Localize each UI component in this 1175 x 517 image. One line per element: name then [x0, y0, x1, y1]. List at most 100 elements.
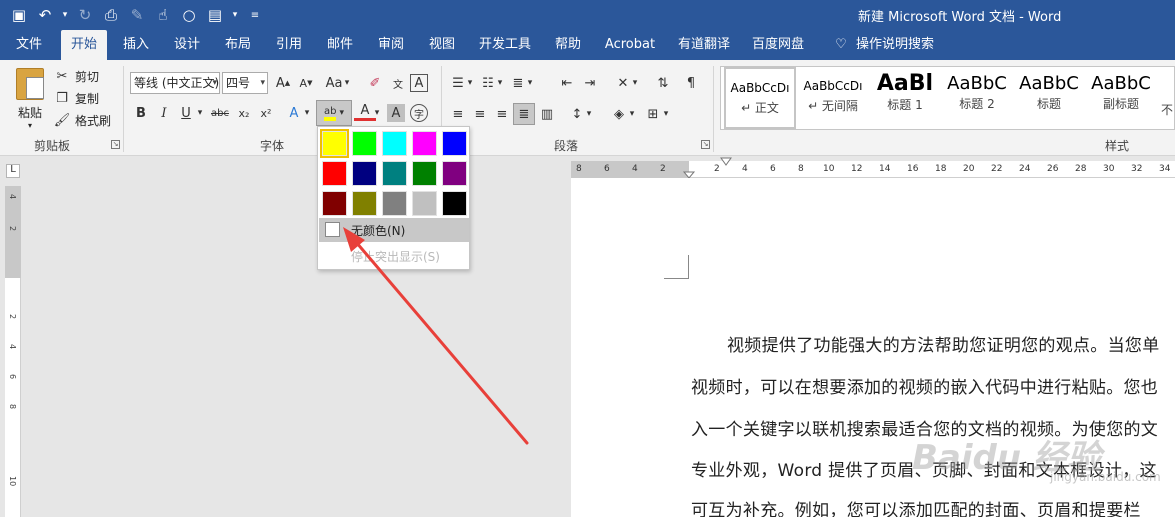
- color-swatch-dark-red[interactable]: [322, 191, 347, 216]
- sort-icon[interactable]: ⇅: [652, 72, 674, 94]
- chevron-down-icon[interactable]: ▾: [495, 72, 505, 94]
- enclose-characters-icon[interactable]: 字: [410, 104, 428, 122]
- decrease-indent-icon[interactable]: ⇤: [556, 72, 578, 94]
- style-title[interactable]: AaBbC 标题: [1013, 67, 1085, 129]
- character-border-icon[interactable]: A: [410, 74, 428, 92]
- copy-button[interactable]: ❐ 复制: [53, 88, 99, 108]
- color-swatch-dark-blue[interactable]: [352, 161, 377, 186]
- chevron-down-icon[interactable]: ▾: [465, 72, 475, 94]
- shrink-font-icon[interactable]: A ▼: [295, 72, 317, 94]
- clipboard-launcher-icon[interactable]: ↘: [111, 140, 120, 149]
- tab-home[interactable]: 开始: [61, 30, 107, 60]
- tab-design[interactable]: 设计: [165, 30, 209, 60]
- color-swatch-violet[interactable]: [442, 161, 467, 186]
- tab-file[interactable]: 文件: [6, 30, 52, 60]
- tab-view[interactable]: 视图: [420, 30, 464, 60]
- cut-button[interactable]: ✂ 剪切: [53, 66, 99, 86]
- color-swatch-turquoise[interactable]: [382, 131, 407, 156]
- circle-icon[interactable]: ○: [178, 4, 200, 26]
- style-heading-2[interactable]: AaBbC 标题 2: [941, 67, 1013, 129]
- toolbox-icon[interactable]: ▤: [204, 4, 226, 26]
- tab-baidu-netdisk[interactable]: 百度网盘: [746, 30, 810, 60]
- color-swatch-red[interactable]: [322, 161, 347, 186]
- character-shading-icon[interactable]: A: [387, 104, 405, 122]
- lightbulb-icon[interactable]: ♡: [830, 30, 852, 60]
- superscript-icon[interactable]: x²: [255, 102, 277, 124]
- tell-me-search[interactable]: 操作说明搜索: [852, 30, 938, 60]
- color-swatch-blue[interactable]: [442, 131, 467, 156]
- justify-icon[interactable]: ≣: [513, 103, 535, 125]
- chevron-down-icon[interactable]: ▾: [630, 72, 640, 94]
- document-line[interactable]: 视频时，可以在想要添加的视频的嵌入代码中进行粘贴。您也: [691, 373, 1158, 398]
- redo-icon[interactable]: ↻: [74, 4, 96, 26]
- chevron-down-icon[interactable]: ▾: [260, 73, 265, 93]
- touch-mode-icon[interactable]: ☝: [152, 4, 174, 26]
- clear-formatting-icon[interactable]: ✐: [364, 72, 386, 94]
- paragraph-launcher-icon[interactable]: ↘: [701, 140, 710, 149]
- tab-youdao[interactable]: 有道翻译: [672, 30, 736, 60]
- tab-references[interactable]: 引用: [267, 30, 311, 60]
- align-left-icon[interactable]: ≡: [447, 103, 469, 125]
- color-swatch-dark-yellow[interactable]: [352, 191, 377, 216]
- format-painter-qat-icon[interactable]: ✎: [126, 4, 148, 26]
- save-icon[interactable]: ▣: [8, 4, 30, 26]
- color-swatch-teal[interactable]: [382, 161, 407, 186]
- undo-icon[interactable]: ↶: [34, 4, 56, 26]
- chevron-down-icon[interactable]: ▾: [212, 73, 217, 93]
- style-heading-1[interactable]: AaBl 标题 1: [869, 67, 941, 129]
- style-normal[interactable]: AaBbCcDı ↵ 正文: [724, 67, 796, 129]
- underline-icon[interactable]: U: [175, 102, 197, 124]
- strikethrough-icon[interactable]: abc: [209, 102, 231, 124]
- paste-dropdown-icon[interactable]: ▾: [10, 121, 50, 130]
- align-center-icon[interactable]: ≡: [469, 103, 491, 125]
- tab-layout[interactable]: 布局: [216, 30, 260, 60]
- chevron-down-icon[interactable]: ▾: [339, 108, 344, 118]
- document-line[interactable]: 视频提供了功能强大的方法帮助您证明您的观点。当您单: [691, 331, 1160, 356]
- chevron-down-icon[interactable]: ▾: [302, 102, 312, 124]
- font-name-combo[interactable]: 等线 (中文正文) ▾: [130, 72, 220, 94]
- chevron-down-icon[interactable]: ▾: [627, 103, 637, 125]
- tab-mailings[interactable]: 邮件: [318, 30, 362, 60]
- horizontal-ruler[interactable]: 8 6 4 2 2 4 6 8 10 12 14 16 18 20 22 24 …: [571, 161, 1175, 178]
- align-right-icon[interactable]: ≡: [491, 103, 513, 125]
- document-line[interactable]: 可互为补充。例如，您可以添加匹配的封面、页眉和提要栏: [691, 496, 1141, 517]
- chevron-down-icon[interactable]: ▾: [195, 102, 205, 124]
- color-swatch-bright-green[interactable]: [352, 131, 377, 156]
- distributed-icon[interactable]: ▥: [536, 103, 558, 125]
- tab-insert[interactable]: 插入: [114, 30, 158, 60]
- color-swatch-gray-25[interactable]: [412, 191, 437, 216]
- style-more[interactable]: 不: [1157, 67, 1174, 129]
- tab-help[interactable]: 帮助: [546, 30, 590, 60]
- style-subtitle[interactable]: AaBbC 副标题: [1085, 67, 1157, 129]
- chevron-down-icon[interactable]: ▾: [584, 103, 594, 125]
- format-painter-button[interactable]: 🖌 格式刷: [53, 110, 111, 130]
- no-color-option[interactable]: 无颜色(N): [319, 218, 469, 242]
- color-swatch-black[interactable]: [442, 191, 467, 216]
- tab-review[interactable]: 审阅: [369, 30, 413, 60]
- toolbox-dropdown-icon[interactable]: ▾: [230, 4, 240, 26]
- phonetic-guide-icon[interactable]: 文: [387, 72, 409, 94]
- color-swatch-pink[interactable]: [412, 131, 437, 156]
- grow-font-icon[interactable]: A ▲: [272, 72, 294, 94]
- tab-acrobat[interactable]: Acrobat: [599, 30, 661, 60]
- tab-selector[interactable]: L: [6, 164, 20, 178]
- subscript-icon[interactable]: x₂: [233, 102, 255, 124]
- show-marks-icon[interactable]: ¶: [680, 72, 702, 94]
- color-swatch-green[interactable]: [412, 161, 437, 186]
- chevron-down-icon[interactable]: ▾: [661, 103, 671, 125]
- increase-indent-icon[interactable]: ⇥: [579, 72, 601, 94]
- paste-button[interactable]: 粘贴 ▾: [10, 68, 50, 132]
- color-swatch-gray-50[interactable]: [382, 191, 407, 216]
- vertical-ruler[interactable]: 4 2 2 4 6 8 10: [5, 186, 21, 517]
- chevron-down-icon[interactable]: ▾: [525, 72, 535, 94]
- bold-icon[interactable]: B: [130, 102, 152, 124]
- tab-developer[interactable]: 开发工具: [473, 30, 537, 60]
- color-swatch-yellow[interactable]: [320, 129, 349, 158]
- print-preview-icon[interactable]: ⎙: [100, 4, 122, 26]
- font-size-combo[interactable]: 四号 ▾: [222, 72, 268, 94]
- chevron-down-icon[interactable]: ▾: [342, 72, 352, 94]
- style-no-spacing[interactable]: AaBbCcDı ↵ 无间隔: [797, 67, 869, 129]
- highlight-color-button[interactable]: ab ▾: [316, 100, 352, 126]
- customize-qat-icon[interactable]: ≡: [244, 4, 266, 26]
- italic-icon[interactable]: I: [153, 102, 175, 124]
